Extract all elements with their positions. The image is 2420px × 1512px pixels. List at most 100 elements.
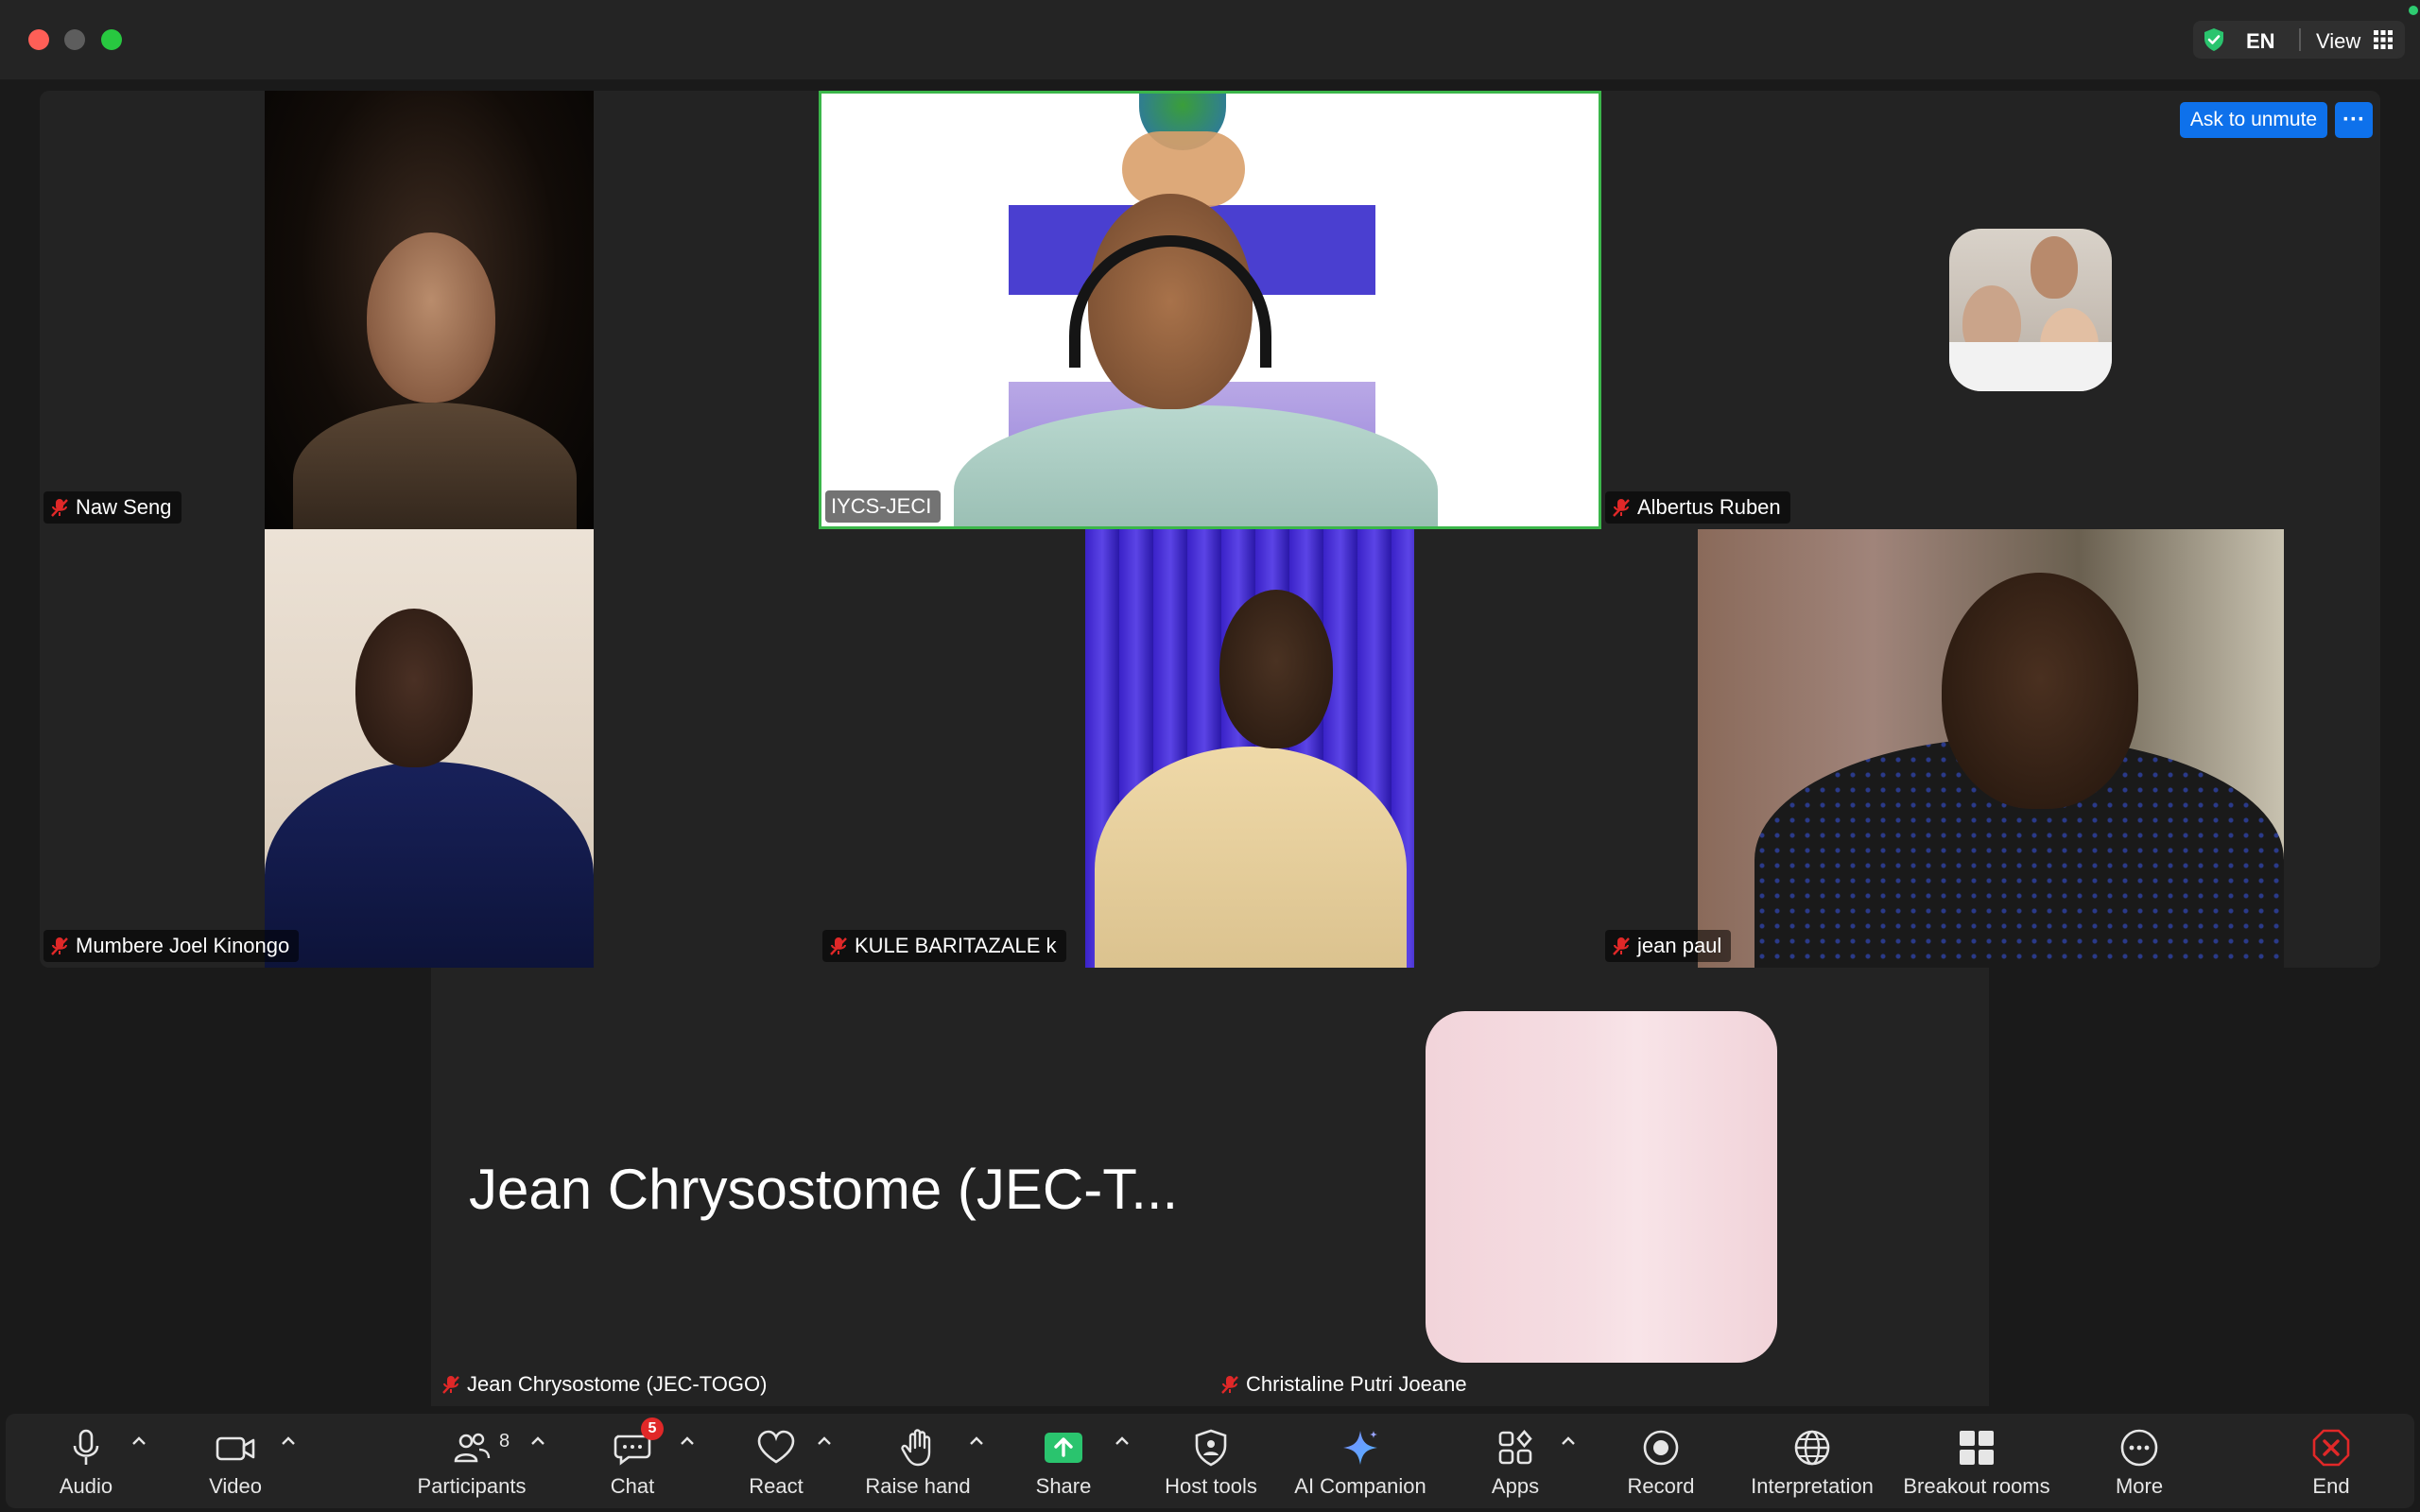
window-close-button[interactable] [28, 29, 49, 50]
shield-check-icon[interactable] [2201, 26, 2227, 53]
participant-nametag: Naw Seng [43, 491, 182, 524]
muted-mic-icon [51, 499, 68, 517]
tile-more-button[interactable]: ··· [2335, 102, 2373, 138]
apps-icon [1498, 1430, 1532, 1465]
sparkle-icon [1343, 1431, 1377, 1465]
chat-label: Chat [610, 1474, 655, 1498]
apps-button[interactable]: Apps [1435, 1414, 1596, 1508]
audio-button[interactable]: Audio [6, 1414, 166, 1508]
microphone-icon [73, 1429, 99, 1465]
zoom-meeting-window: EN View Naw Seng IYCS-JECI Albertus Rube… [0, 0, 2420, 1512]
heart-icon [757, 1430, 795, 1464]
muted-mic-icon [1221, 1376, 1238, 1394]
muted-mic-icon [1613, 499, 1630, 517]
participant-name: Naw Seng [76, 495, 172, 519]
participant-nametag: IYCS-JECI [825, 490, 942, 523]
muted-mic-icon [1613, 937, 1630, 955]
participant-name: jean paul [1637, 934, 1722, 957]
participant-video [265, 91, 594, 529]
window-minimize-button[interactable] [64, 29, 85, 50]
share-button[interactable]: Share [983, 1414, 1144, 1508]
title-bar: EN View [0, 0, 2420, 79]
host-shield-icon [1195, 1429, 1227, 1467]
participant-nametag: Christaline Putri Joeane [1214, 1368, 1477, 1400]
participant-nametag: Mumbere Joel Kinongo [43, 930, 300, 962]
end-meeting-button[interactable]: End [2265, 1414, 2397, 1508]
participant-video [265, 529, 594, 968]
participant-name: Christaline Putri Joeane [1246, 1372, 1467, 1396]
audio-options-caret-icon[interactable] [129, 1431, 149, 1452]
chat-options-caret-icon[interactable] [677, 1431, 698, 1452]
more-label: More [2115, 1474, 2164, 1498]
participant-avatar [1949, 229, 2112, 391]
breakout-rooms-label: Breakout rooms [1903, 1474, 2050, 1498]
participant-nametag: KULE BARITAZALE k [822, 930, 1066, 962]
participant-name: IYCS-JECI [831, 494, 932, 518]
raise-hand-label: Raise hand [865, 1474, 971, 1498]
language-button[interactable]: EN [2246, 29, 2275, 54]
react-button[interactable]: React [696, 1414, 856, 1508]
chat-button[interactable]: Chat [552, 1414, 713, 1508]
participant-nametag: Albertus Ruben [1605, 491, 1790, 524]
participant-video [821, 94, 1599, 526]
video-gallery-bottom-row: Jean Chrysostome (JEC-T... Jean Chrysost… [431, 968, 1989, 1406]
participant-video [1085, 529, 1414, 968]
end-label: End [2312, 1474, 2350, 1498]
participant-name-placeholder: Jean Chrysostome (JEC-T... [469, 1158, 1179, 1221]
participants-options-caret-icon[interactable] [527, 1431, 548, 1452]
share-options-caret-icon[interactable] [1112, 1431, 1132, 1452]
participant-tile[interactable]: Naw Seng [40, 91, 819, 529]
react-label: React [749, 1474, 804, 1498]
active-speaker-tile[interactable]: IYCS-JECI [819, 91, 1601, 529]
participant-tile[interactable]: Albertus Ruben [1601, 91, 2380, 529]
more-button[interactable]: More [2059, 1414, 2220, 1508]
participant-tile[interactable]: KULE BARITAZALE k [819, 529, 1601, 968]
breakout-rooms-button[interactable]: Breakout rooms [1896, 1414, 2057, 1508]
end-meeting-icon [2312, 1429, 2350, 1467]
participant-name: Albertus Ruben [1637, 495, 1781, 519]
muted-mic-icon [51, 937, 68, 955]
host-tools-button[interactable]: Host tools [1131, 1414, 1291, 1508]
participant-name: Mumbere Joel Kinongo [76, 934, 290, 957]
record-button[interactable]: Record [1581, 1414, 1741, 1508]
interpretation-label: Interpretation [1751, 1474, 1874, 1498]
participants-icon [454, 1433, 491, 1463]
window-zoom-button[interactable] [101, 29, 122, 50]
video-camera-icon [216, 1436, 255, 1461]
host-tools-label: Host tools [1165, 1474, 1257, 1498]
raise-hand-button[interactable]: Raise hand [838, 1414, 998, 1508]
participant-tile[interactable]: Christaline Putri Joeane [1210, 968, 1989, 1406]
ask-to-unmute-button[interactable]: Ask to unmute [2180, 102, 2327, 138]
participant-name: KULE BARITAZALE k [855, 934, 1057, 957]
record-label: Record [1627, 1474, 1695, 1498]
view-controls: EN View [2193, 21, 2405, 59]
apps-options-caret-icon[interactable] [1558, 1431, 1579, 1452]
ai-companion-label: AI Companion [1294, 1474, 1426, 1498]
video-button[interactable]: Video [155, 1414, 316, 1508]
ai-companion-button[interactable]: AI Companion [1280, 1414, 1441, 1508]
participant-tile[interactable]: jean paul [1601, 529, 2380, 968]
video-options-caret-icon[interactable] [278, 1431, 299, 1452]
participants-label: Participants [417, 1474, 527, 1498]
participants-button[interactable]: Participants [391, 1414, 552, 1508]
participant-tile[interactable]: Jean Chrysostome (JEC-T... Jean Chrysost… [431, 968, 1210, 1406]
breakout-rooms-icon [1960, 1431, 1994, 1465]
globe-icon [1794, 1430, 1830, 1466]
apps-label: Apps [1491, 1474, 1540, 1498]
grid-view-icon[interactable] [2373, 29, 2394, 50]
raise-hand-icon [901, 1429, 931, 1467]
audio-label: Audio [59, 1474, 113, 1498]
muted-mic-icon [442, 1376, 459, 1394]
status-dot [2409, 6, 2418, 15]
interpretation-button[interactable]: Interpretation [1732, 1414, 1893, 1508]
muted-mic-icon [830, 937, 847, 955]
more-icon [2120, 1429, 2158, 1467]
view-button[interactable]: View [2316, 29, 2360, 54]
participant-tile[interactable]: Mumbere Joel Kinongo [40, 529, 819, 968]
react-options-caret-icon[interactable] [814, 1431, 835, 1452]
divider [2299, 28, 2301, 51]
video-gallery: Naw Seng IYCS-JECI Albertus Ruben Mumber… [40, 91, 2380, 968]
participant-video [1698, 529, 2284, 968]
participant-count: 8 [499, 1431, 510, 1452]
record-icon [1643, 1430, 1679, 1466]
